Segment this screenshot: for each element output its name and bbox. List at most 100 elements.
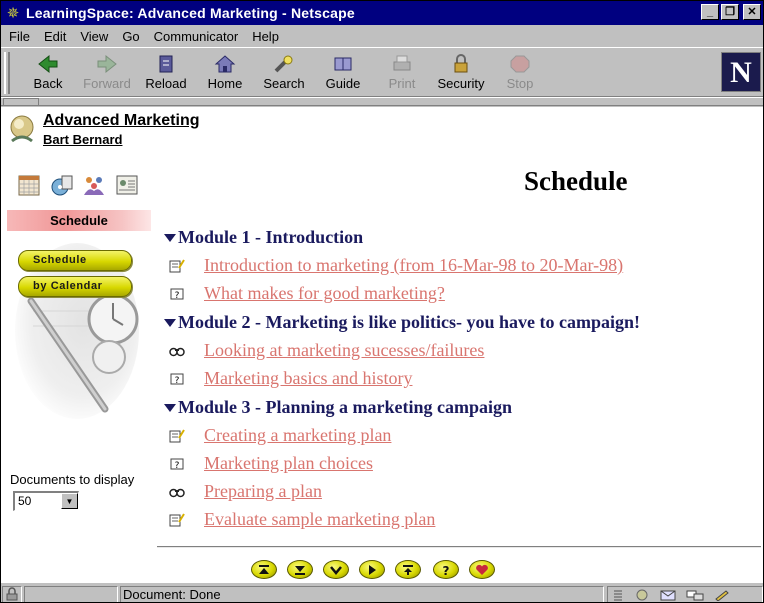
home-button[interactable]: Home <box>196 52 254 96</box>
course-title[interactable]: Advanced Marketing <box>43 112 199 130</box>
schedule-item-link[interactable]: Introduction to marketing (from 16-Mar-9… <box>204 255 623 276</box>
status-bar: Document: Done <box>1 582 763 602</box>
calendar-icon[interactable] <box>17 173 41 197</box>
reload-label: Reload <box>145 76 187 91</box>
schedule-item-link[interactable]: Preparing a plan <box>204 481 322 502</box>
printer-icon <box>389 52 415 76</box>
composer-icon[interactable] <box>714 589 730 601</box>
up-level-button[interactable] <box>395 560 421 579</box>
schedule-item-link[interactable]: Creating a marketing plan <box>204 425 391 446</box>
menu-help[interactable]: Help <box>244 29 285 44</box>
home-icon <box>212 52 238 76</box>
schedule-item-link[interactable]: Evaluate sample marketing plan <box>204 509 435 530</box>
next-down-icon <box>330 565 342 575</box>
guide-icon <box>330 52 356 76</box>
toolbar-expand-tab[interactable] <box>3 98 39 106</box>
schedule-item[interactable]: Preparing a plan <box>169 481 322 502</box>
help-icon: ? <box>443 564 450 576</box>
binoculars-icon <box>169 488 185 497</box>
discussion-icon[interactable] <box>686 589 704 601</box>
media-center-icon[interactable] <box>50 173 74 197</box>
security-button[interactable]: Security <box>432 52 490 96</box>
menu-go[interactable]: Go <box>114 29 145 44</box>
menu-view[interactable]: View <box>72 29 114 44</box>
stop-button[interactable]: Stop <box>491 52 549 96</box>
stop-icon <box>507 52 533 76</box>
go-to-bottom-button[interactable] <box>287 560 313 579</box>
documents-to-display-label: Documents to display <box>10 472 135 487</box>
forward-nav-button[interactable] <box>359 560 385 579</box>
guide-label: Guide <box>325 76 361 91</box>
security-status-lock-icon[interactable] <box>2 586 22 602</box>
svg-text:?: ? <box>175 461 180 471</box>
reading-note-icon <box>169 428 185 442</box>
question-icon: ? <box>170 373 184 386</box>
menu-communicator[interactable]: Communicator <box>146 29 245 44</box>
menu-file[interactable]: File <box>1 29 36 44</box>
schedule-item[interactable]: Introduction to marketing (from 16-Mar-9… <box>169 255 623 276</box>
reload-icon <box>153 52 179 76</box>
schedule-view-button[interactable]: Schedule <box>18 250 132 271</box>
reload-button[interactable]: Reload <box>137 52 195 96</box>
documents-to-display-select[interactable]: 50 ▼ <box>13 491 79 511</box>
netscape-logo[interactable]: N <box>721 52 761 92</box>
module-title: Module 3 - Planning a marketing campaign <box>178 397 513 417</box>
search-button[interactable]: Search <box>255 52 313 96</box>
schedule-item[interactable]: Creating a marketing plan <box>169 425 391 446</box>
schedule-item-link[interactable]: Marketing plan choices <box>204 453 373 474</box>
schedule-item-link[interactable]: Looking at marketing sucesses/failures <box>204 340 484 361</box>
mail-icon[interactable] <box>660 589 676 601</box>
schedule-item[interactable]: Looking at marketing sucesses/failures <box>169 340 484 361</box>
calendar-view-button[interactable]: by Calendar <box>18 276 132 297</box>
forward-button[interactable]: Forward <box>78 52 136 96</box>
module-heading-3[interactable]: Module 3 - Planning a marketing campaign <box>164 397 512 418</box>
documents-count-value: 50 <box>18 494 32 508</box>
question-icon: ? <box>170 288 184 301</box>
schedule-item-link[interactable]: What makes for good marketing? <box>204 283 445 304</box>
menu-edit[interactable]: Edit <box>36 29 72 44</box>
next-down-button[interactable] <box>323 560 349 579</box>
current-section-label: Schedule <box>7 210 151 231</box>
minimize-button[interactable]: _ <box>701 4 719 20</box>
module-heading-2[interactable]: Module 2 - Marketing is like politics- y… <box>164 312 640 333</box>
svg-text:?: ? <box>175 376 180 386</box>
reading-note-icon <box>169 512 185 526</box>
question-icon: ? <box>170 458 184 471</box>
page-title: Schedule <box>524 166 628 196</box>
schedule-item[interactable]: ? What makes for good marketing? <box>169 283 445 304</box>
chevron-down-icon[interactable]: ▼ <box>61 493 78 509</box>
profile-card-icon[interactable] <box>115 173 139 197</box>
close-button[interactable]: ✕ <box>743 4 761 20</box>
navigator-icon[interactable] <box>634 589 650 601</box>
favorite-heart-icon <box>476 564 488 575</box>
schedule-item[interactable]: Evaluate sample marketing plan <box>169 509 435 530</box>
module-heading-1[interactable]: Module 1 - Introduction <box>164 227 363 248</box>
back-button[interactable]: Back <box>19 52 77 96</box>
help-button[interactable]: ? <box>433 560 459 579</box>
schedule-item-link[interactable]: Marketing basics and history <box>204 368 412 389</box>
guide-button[interactable]: Guide <box>314 52 372 96</box>
go-to-top-button[interactable] <box>251 560 277 579</box>
collapse-triangle-icon[interactable] <box>164 318 176 327</box>
print-button[interactable]: Print <box>373 52 431 96</box>
maximize-button[interactable]: ❐ <box>721 4 739 20</box>
netscape-app-icon[interactable]: ✵ <box>4 4 22 22</box>
progress-indicator <box>24 586 118 602</box>
window-title: LearningSpace: Advanced Marketing - Nets… <box>26 5 355 21</box>
toolbar-grip[interactable] <box>4 52 10 94</box>
people-icon[interactable] <box>82 173 106 197</box>
forward-icon <box>369 564 376 575</box>
instructor-link[interactable]: Bart Bernard <box>43 132 122 147</box>
collapse-triangle-icon[interactable] <box>164 233 176 242</box>
collapsed-location-toolbar[interactable] <box>1 97 763 106</box>
collapse-triangle-icon[interactable] <box>164 403 176 412</box>
schedule-item[interactable]: ? Marketing basics and history <box>169 368 412 389</box>
home-label: Home <box>207 76 243 91</box>
schedule-item[interactable]: ? Marketing plan choices <box>169 453 373 474</box>
stop-label: Stop <box>506 76 534 91</box>
up-level-icon <box>403 564 413 575</box>
grip-icon[interactable] <box>612 589 624 601</box>
component-bar <box>607 586 763 602</box>
binoculars-icon <box>169 347 185 356</box>
favorite-button[interactable] <box>469 560 495 579</box>
